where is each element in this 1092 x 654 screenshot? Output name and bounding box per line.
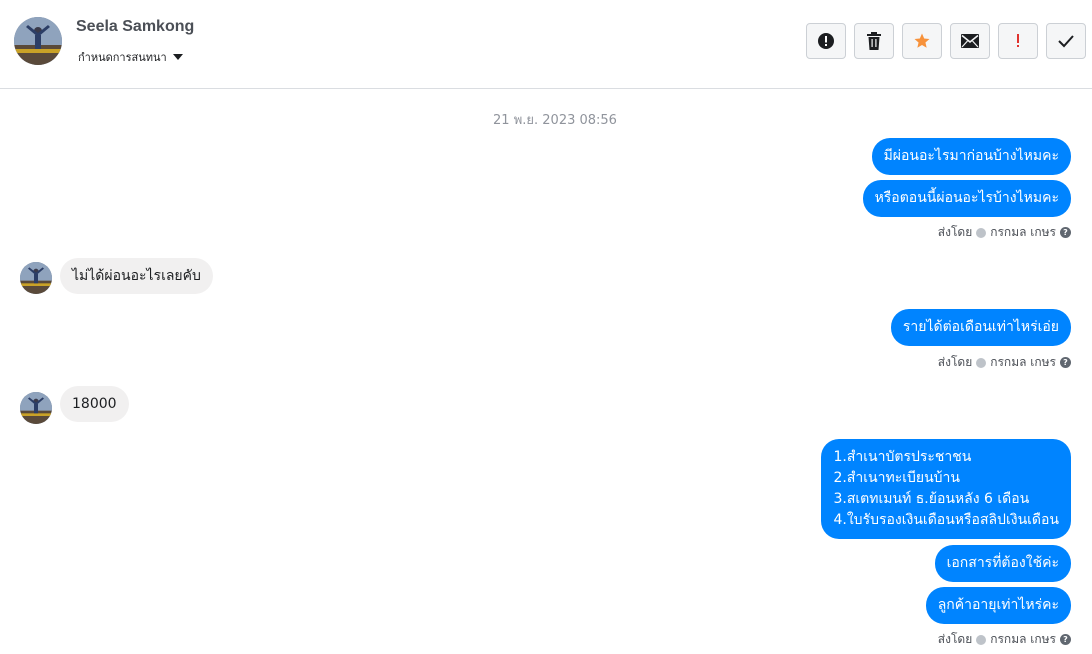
assign-label: กำหนดการสนทนา bbox=[78, 51, 167, 64]
assign-conversation-dropdown[interactable]: กำหนดการสนทนา bbox=[78, 48, 183, 66]
mark-spam-button[interactable] bbox=[806, 23, 846, 59]
message-bubble-incoming[interactable]: 18000 bbox=[60, 386, 129, 422]
trash-icon bbox=[867, 32, 881, 50]
contact-avatar-small[interactable] bbox=[20, 262, 52, 294]
message-bubble-outgoing[interactable]: หรือตอนนี้ผ่อนอะไรบ้างไหมคะ bbox=[862, 180, 1071, 217]
user-verified-icon bbox=[976, 357, 987, 368]
exclamation-icon bbox=[1017, 34, 1019, 47]
sent-by-prefix: ส่งโดย bbox=[937, 355, 973, 369]
message-thread[interactable]: 21 พ.ย. 2023 08:56 มีผ่อนอะไรมาก่อนบ้างไ… bbox=[0, 89, 1092, 654]
mark-done-button[interactable] bbox=[1046, 23, 1086, 59]
conversation-header: Seela Samkong กำหนดการสนทนา bbox=[0, 0, 1092, 89]
contact-avatar[interactable] bbox=[14, 17, 62, 65]
sent-by-prefix: ส่งโดย bbox=[937, 225, 973, 239]
action-toolbar bbox=[806, 23, 1086, 59]
sent-by-name: กรกมล เกษร bbox=[990, 355, 1056, 369]
contact-avatar-small[interactable] bbox=[20, 392, 52, 424]
contact-name: Seela Samkong bbox=[76, 18, 195, 35]
message-bubble-outgoing[interactable]: มีผ่อนอะไรมาก่อนบ้างไหมคะ bbox=[871, 138, 1071, 175]
sent-by-name: กรกมล เกษร bbox=[990, 225, 1056, 239]
delete-button[interactable] bbox=[854, 23, 894, 59]
star-button[interactable] bbox=[902, 23, 942, 59]
sent-by-info: ส่งโดย กรกมล เกษร ? bbox=[938, 630, 1071, 649]
message-bubble-outgoing[interactable]: เอกสารที่ต้องใช้ค่ะ bbox=[934, 545, 1071, 582]
message-bubble-outgoing[interactable]: ลูกค้าอายุเท่าไหร่คะ bbox=[925, 587, 1071, 624]
sent-by-name: กรกมล เกษร bbox=[990, 632, 1056, 646]
sent-by-info: ส่งโดย กรกมล เกษร ? bbox=[938, 223, 1071, 242]
thread-timestamp: 21 พ.ย. 2023 08:56 bbox=[493, 113, 617, 128]
message-bubble-outgoing[interactable]: รายได้ต่อเดือนเท่าไหร่เอ่ย bbox=[890, 309, 1071, 346]
sent-by-info: ส่งโดย กรกมล เกษร ? bbox=[938, 353, 1071, 372]
mark-important-button[interactable] bbox=[998, 23, 1038, 59]
message-bubble-incoming[interactable]: ไม่ได้ผ่อนอะไรเลยคับ bbox=[60, 258, 213, 294]
star-icon bbox=[914, 33, 930, 48]
question-icon[interactable]: ? bbox=[1060, 634, 1071, 645]
question-icon[interactable]: ? bbox=[1060, 227, 1071, 238]
check-icon bbox=[1058, 35, 1074, 48]
user-verified-icon bbox=[976, 634, 987, 645]
question-icon[interactable]: ? bbox=[1060, 357, 1071, 368]
envelope-icon bbox=[961, 34, 979, 48]
message-bubble-outgoing[interactable]: 1.สำเนาบัตรประชาชน 2.สำเนาทะเบียนบ้าน 3.… bbox=[821, 439, 1071, 539]
caret-down-icon bbox=[172, 54, 183, 60]
sent-by-prefix: ส่งโดย bbox=[937, 632, 973, 646]
mark-unread-button[interactable] bbox=[950, 23, 990, 59]
user-verified-icon bbox=[976, 227, 987, 238]
exclamation-circle-icon bbox=[818, 33, 834, 49]
